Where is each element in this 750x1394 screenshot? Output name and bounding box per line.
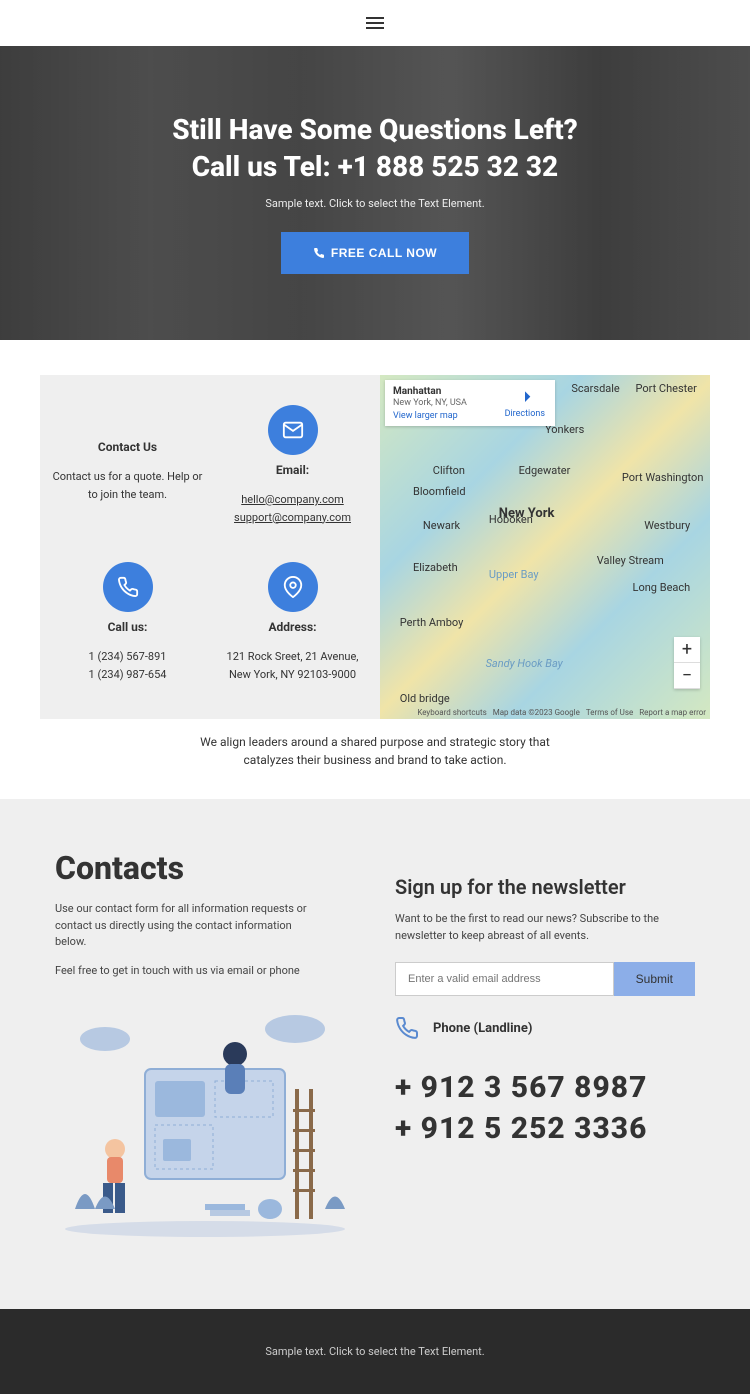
email-input[interactable] xyxy=(395,962,614,996)
contacts-p1: Use our contact form for all information… xyxy=(55,901,315,951)
email-block: Email: hello@company.comsupport@company.… xyxy=(215,405,370,532)
call-block: Call us: 1 (234) 567-8911 (234) 987-654 xyxy=(50,562,205,689)
map-info-box: Manhattan New York, NY, USA View larger … xyxy=(385,380,555,426)
contact-heading: Contact Us xyxy=(50,440,205,454)
email-link-2[interactable]: support@company.com xyxy=(234,511,351,524)
map-attribution: Keyboard shortcutsMap data ©2023 GoogleT… xyxy=(411,708,706,717)
contacts-p2: Feel free to get in touch with us via em… xyxy=(55,963,315,980)
header xyxy=(0,0,750,46)
hero: Still Have Some Questions Left? Call us … xyxy=(0,46,750,340)
newsletter-desc: Want to be the first to read our news? S… xyxy=(395,911,695,944)
directions-link[interactable]: Directions xyxy=(505,390,545,419)
zoom-in-button[interactable]: + xyxy=(674,637,700,663)
contact-us-block: Contact Us Contact us for a quote. Help … xyxy=(50,405,205,532)
map-zoom: + − xyxy=(674,637,700,689)
under-text: We align leaders around a shared purpose… xyxy=(40,733,710,769)
address-block: Address: 121 Rock Sreet, 21 Avenue, New … xyxy=(215,562,370,689)
footer: Sample text. Click to select the Text El… xyxy=(0,1309,750,1394)
phone-icon xyxy=(103,562,153,612)
email-link-1[interactable]: hello@company.com xyxy=(241,493,344,506)
contacts-title: Contacts xyxy=(55,849,355,887)
pin-icon xyxy=(268,562,318,612)
hero-title-1: Still Have Some Questions Left? xyxy=(172,113,578,146)
footer-text: Sample text. Click to select the Text El… xyxy=(20,1345,730,1358)
phone-1: + 912 3 567 8987 xyxy=(395,1070,695,1105)
phone-2: + 912 5 252 3336 xyxy=(395,1111,695,1146)
menu-icon[interactable] xyxy=(366,14,384,32)
contact-section: Contact Us Contact us for a quote. Help … xyxy=(0,340,750,799)
free-call-button[interactable]: FREE CALL NOW xyxy=(281,232,469,274)
newsletter-title: Sign up for the newsletter xyxy=(395,875,695,899)
contacts-section: Contacts Use our contact form for all in… xyxy=(0,799,750,1309)
mail-icon xyxy=(268,405,318,455)
hero-subtitle: Sample text. Click to select the Text El… xyxy=(265,197,484,210)
phone-icon xyxy=(313,247,325,259)
zoom-out-button[interactable]: − xyxy=(674,663,700,689)
submit-button[interactable]: Submit xyxy=(614,962,695,996)
map[interactable]: New York Scarsdale Port Chester Yonkers … xyxy=(380,375,710,719)
phone-icon xyxy=(395,1016,419,1040)
contact-intro: Contact us for a quote. Help or to join … xyxy=(50,468,205,503)
hero-title-2: Call us Tel: +1 888 525 32 32 xyxy=(192,150,558,183)
phone-label-row: Phone (Landline) xyxy=(395,1016,695,1040)
illustration xyxy=(55,1009,355,1239)
